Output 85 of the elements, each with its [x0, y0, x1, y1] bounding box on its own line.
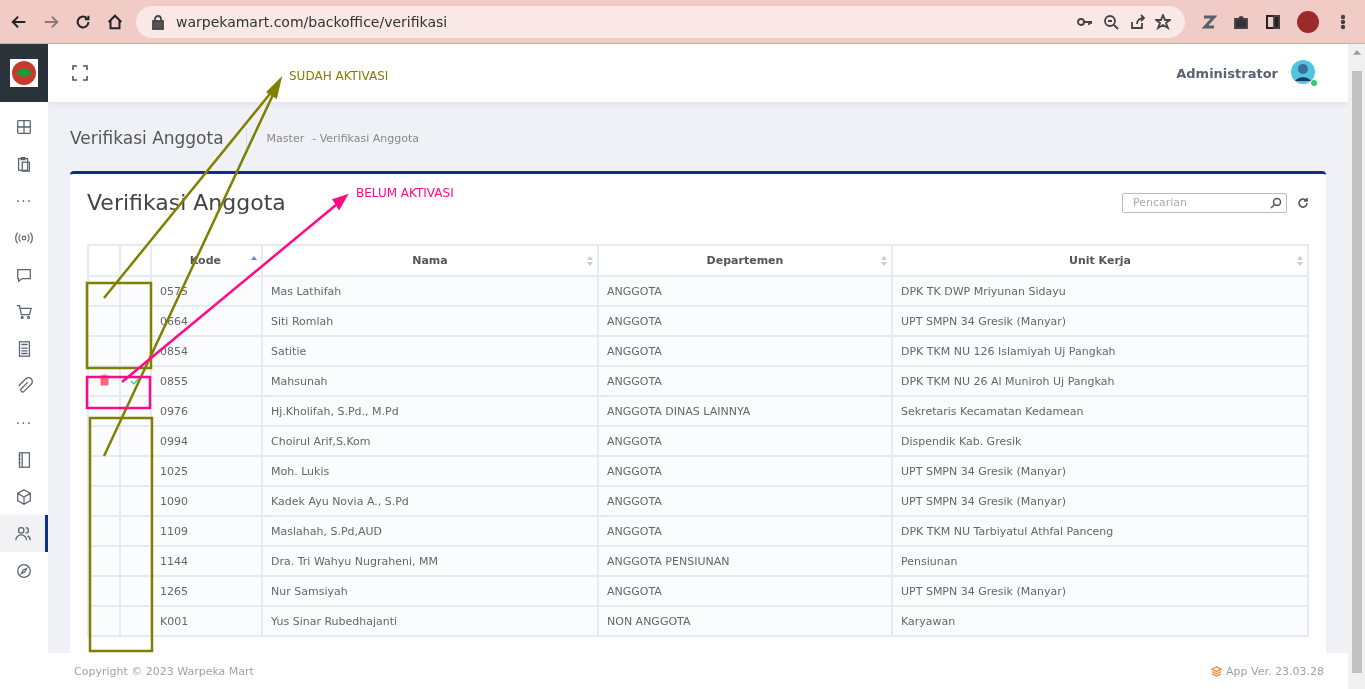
clip-icon: [15, 376, 33, 395]
table-cell: ANGGOTA: [598, 336, 892, 366]
sidebar-item[interactable]: ···: [0, 404, 48, 441]
profile-avatar[interactable]: [1297, 10, 1319, 33]
user-name: Administrator: [1176, 65, 1278, 81]
grid-icon: [15, 117, 33, 136]
table-cell: Dra. Tri Wahyu Nugraheni, MM: [262, 546, 598, 576]
table-cell: Choirul Arif,S.Kom: [262, 426, 598, 456]
side-panel-icon[interactable]: [1265, 13, 1281, 30]
search-icon[interactable]: [1270, 196, 1282, 209]
sidebar-item[interactable]: [0, 515, 48, 552]
table-cell: ANGGOTA: [598, 366, 892, 396]
table-cell: ANGGOTA: [598, 486, 892, 516]
table-cell: Yus Sinar Rubedhajanti: [262, 606, 598, 636]
table-cell: Pensiunan: [892, 546, 1308, 576]
more-icon: ···: [15, 192, 33, 209]
table-cell: Siti Romlah: [262, 306, 598, 336]
logo-icon[interactable]: [10, 59, 38, 87]
table-cell: DPK TKM NU 26 Al Muniroh Uj Pangkah: [892, 366, 1308, 396]
annotation-label: BELUM AKTIVASI: [356, 186, 454, 200]
address-bar[interactable]: warpekamart.com/backoffice/verifikasi: [136, 5, 1185, 38]
table-cell: ANGGOTA: [598, 456, 892, 486]
table-cell: Kadek Ayu Novia A., S.Pd: [262, 486, 598, 516]
table-cell: Nur Samsiyah: [262, 576, 598, 606]
table-cell: ANGGOTA: [598, 276, 892, 306]
table-cell: ANGGOTA: [598, 306, 892, 336]
column-header[interactable]: Nama: [262, 245, 598, 276]
delete-icon[interactable]: [98, 373, 110, 386]
user-avatar-icon[interactable]: [1290, 59, 1318, 87]
scrollbar-thumb[interactable]: [1351, 70, 1362, 673]
table-cell: UPT SMPN 34 Gresik (Manyar): [892, 456, 1308, 486]
table-cell: DPK TKM NU 126 Islamiyah Uj Pangkah: [892, 336, 1308, 366]
table-cell: Hj.Kholifah, S.Pd., M.Pd: [262, 396, 598, 426]
clipboard-icon: [15, 154, 33, 173]
cart-icon: [15, 302, 33, 321]
fullscreen-icon[interactable]: [72, 65, 88, 81]
star-icon[interactable]: [1155, 13, 1171, 30]
table-cell: 0976: [151, 396, 262, 426]
table-cell: K001: [151, 606, 262, 636]
compass-icon: [15, 561, 33, 580]
share-icon[interactable]: [1129, 13, 1145, 30]
page-title: Verifikasi Anggota: [70, 128, 247, 148]
table-cell: 1109: [151, 516, 262, 546]
table-cell: Dispendik Kab. Gresik: [892, 426, 1308, 456]
more-icon: ···: [15, 414, 33, 431]
table-cell: ANGGOTA PENSIUNAN: [598, 546, 892, 576]
annotation-label: SUDAH AKTIVASI: [289, 69, 389, 83]
column-header[interactable]: Departemen: [598, 245, 892, 276]
table-cell: Satitie: [262, 336, 598, 366]
extension-icon[interactable]: [1201, 13, 1217, 30]
table-cell: Sekretaris Kecamatan Kedamean: [892, 396, 1308, 426]
table-cell: 1025: [151, 456, 262, 486]
lock-icon: [150, 13, 166, 30]
table-cell: 0855: [151, 366, 262, 396]
users-icon: [13, 524, 32, 543]
table-cell: Maslahah, S.Pd,AUD: [262, 516, 598, 546]
column-header[interactable]: Unit Kerja: [892, 245, 1308, 276]
table-cell: ANGGOTA: [598, 426, 892, 456]
search-field[interactable]: Pencarian: [1122, 192, 1287, 213]
table-cell: Karyawan: [892, 606, 1308, 636]
table-cell: NON ANGGOTA: [598, 606, 892, 636]
table-cell: DPK TKM NU Tarbiyatul Athfal Panceng: [892, 516, 1308, 546]
box-icon: [15, 487, 33, 506]
table-cell: ANGGOTA: [598, 576, 892, 606]
action-header: [88, 245, 120, 276]
table-cell: Moh. Lukis: [262, 456, 598, 486]
layers-icon: [1211, 665, 1223, 677]
refresh-icon[interactable]: [1297, 196, 1309, 209]
table-cell: UPT SMPN 34 Gresik (Manyar): [892, 306, 1308, 336]
table-cell: 0994: [151, 426, 262, 456]
table-cell: Mahsunah: [262, 366, 598, 396]
table-cell: 1144: [151, 546, 262, 576]
table-cell: 1090: [151, 486, 262, 516]
copyright-text: Copyright © 2023 Warpeka Mart: [74, 664, 254, 678]
url-text: warpekamart.com/backoffice/verifikasi: [176, 13, 448, 30]
version-text: App Ver. 23.03.28: [1226, 664, 1324, 678]
table-cell: 1265: [151, 576, 262, 606]
table-cell: UPT SMPN 34 Gresik (Manyar): [892, 576, 1308, 606]
table-cell: UPT SMPN 34 Gresik (Manyar): [892, 486, 1308, 516]
table-cell: ANGGOTA: [598, 516, 892, 546]
table-cell: DPK TK DWP Mriyunan Sidayu: [892, 276, 1308, 306]
zoom-out-icon[interactable]: [1103, 13, 1119, 30]
table-cell: ANGGOTA DINAS LAINNYA: [598, 396, 892, 426]
sidebar-item[interactable]: ···: [0, 182, 48, 219]
table-cell: Mas Lathifah: [262, 276, 598, 306]
